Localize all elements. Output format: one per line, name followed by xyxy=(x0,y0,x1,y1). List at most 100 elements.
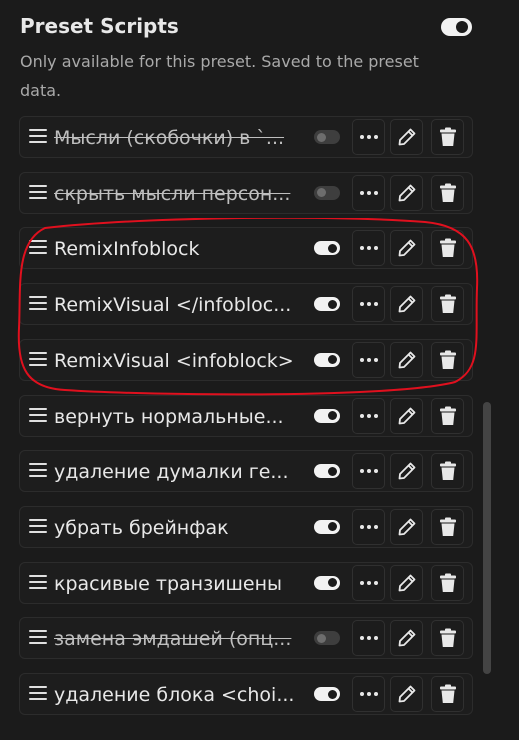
drag-handle-icon[interactable] xyxy=(29,182,47,202)
delete-button[interactable] xyxy=(431,564,464,601)
trash-icon xyxy=(439,127,456,146)
more-icon xyxy=(359,302,378,307)
more-icon xyxy=(359,692,378,696)
edit-button[interactable] xyxy=(390,453,423,490)
script-row[interactable]: убрать брейнфак xyxy=(19,505,473,548)
script-name: удаление думалки ге... xyxy=(54,461,289,484)
drag-handle-icon[interactable] xyxy=(29,460,47,480)
more-icon xyxy=(359,135,378,139)
script-row[interactable]: Мысли (скобочки) в `... xyxy=(19,116,473,158)
drag-handle-icon[interactable] xyxy=(29,237,47,257)
more-options-button[interactable] xyxy=(352,119,385,155)
delete-button[interactable] xyxy=(431,119,464,155)
edit-button[interactable] xyxy=(390,620,423,657)
more-icon xyxy=(359,246,378,251)
script-row[interactable]: скрыть мысли персон... xyxy=(19,171,473,214)
trash-icon xyxy=(439,406,456,425)
pencil-icon xyxy=(398,462,415,480)
script-row[interactable]: удаление блока <choi... xyxy=(19,673,473,715)
pencil-icon xyxy=(398,574,415,591)
section-subtitle: Only available for this preset. Saved to… xyxy=(20,52,419,100)
script-toggle[interactable] xyxy=(314,519,340,534)
delete-button[interactable] xyxy=(431,508,464,545)
delete-button[interactable] xyxy=(431,676,464,712)
more-options-button[interactable] xyxy=(352,174,385,211)
edit-button[interactable] xyxy=(390,174,423,211)
script-name: скрыть мысли персон... xyxy=(54,182,291,205)
scrollbar[interactable] xyxy=(483,402,491,674)
drag-handle-icon[interactable] xyxy=(29,683,47,703)
pencil-icon xyxy=(398,295,415,313)
more-options-button[interactable] xyxy=(352,564,385,601)
more-options-button[interactable] xyxy=(352,286,385,323)
script-toggle[interactable] xyxy=(314,408,340,423)
script-name: Мысли (скобочки) в `... xyxy=(54,127,285,149)
edit-button[interactable] xyxy=(390,230,423,267)
edit-button[interactable] xyxy=(390,397,423,434)
edit-button[interactable] xyxy=(390,119,423,155)
script-toggle[interactable] xyxy=(314,352,340,367)
more-icon xyxy=(359,636,378,641)
script-toggle[interactable] xyxy=(314,464,340,479)
edit-button[interactable] xyxy=(390,508,423,545)
script-toggle[interactable] xyxy=(314,297,340,312)
script-row[interactable]: замена эмдашей (опц... xyxy=(19,617,473,660)
delete-button[interactable] xyxy=(431,397,464,434)
script-name: удаление блока <choi... xyxy=(54,684,295,706)
more-options-button[interactable] xyxy=(352,676,385,712)
more-options-button[interactable] xyxy=(352,508,385,545)
script-toggle[interactable] xyxy=(314,575,340,590)
script-row[interactable]: RemixVisual </infobloc... xyxy=(19,283,473,326)
script-toggle[interactable] xyxy=(314,130,340,144)
script-name: замена эмдашей (опц... xyxy=(54,628,292,651)
edit-button[interactable] xyxy=(390,676,423,712)
drag-handle-icon[interactable] xyxy=(29,516,47,536)
pencil-icon xyxy=(398,184,415,202)
preset-scripts-panel: Preset Scripts Only available for this p… xyxy=(0,0,519,740)
drag-handle-icon[interactable] xyxy=(29,126,47,146)
edit-button[interactable] xyxy=(390,564,423,601)
pencil-icon xyxy=(398,407,415,424)
drag-handle-icon[interactable] xyxy=(29,572,47,592)
trash-icon xyxy=(439,684,456,703)
delete-button[interactable] xyxy=(431,341,464,378)
script-row[interactable]: RemixInfoblock xyxy=(19,227,473,270)
trash-icon xyxy=(439,183,456,202)
delete-button[interactable] xyxy=(431,286,464,323)
more-icon xyxy=(359,524,378,529)
trash-icon xyxy=(439,238,456,258)
pencil-icon xyxy=(398,128,415,146)
delete-button[interactable] xyxy=(431,453,464,490)
script-name: RemixVisual </infobloc... xyxy=(54,294,292,317)
more-options-button[interactable] xyxy=(352,341,385,378)
script-toggle[interactable] xyxy=(314,185,340,200)
preset-scripts-toggle[interactable] xyxy=(441,18,472,36)
drag-handle-icon[interactable] xyxy=(29,627,47,647)
more-icon xyxy=(359,413,378,418)
pencil-icon xyxy=(398,351,415,369)
more-icon xyxy=(359,357,378,362)
script-row[interactable]: вернуть нормальные... xyxy=(19,394,473,437)
delete-button[interactable] xyxy=(431,620,464,657)
drag-handle-icon[interactable] xyxy=(29,293,47,313)
more-options-button[interactable] xyxy=(352,453,385,490)
script-name: вернуть нормальные... xyxy=(54,405,284,428)
script-toggle[interactable] xyxy=(314,631,340,646)
script-row[interactable]: красивые транзишены xyxy=(19,561,473,604)
drag-handle-icon[interactable] xyxy=(29,405,47,425)
more-options-button[interactable] xyxy=(352,230,385,267)
edit-button[interactable] xyxy=(390,341,423,378)
script-toggle[interactable] xyxy=(314,687,340,701)
more-options-button[interactable] xyxy=(352,620,385,657)
script-row[interactable]: удаление думалки ге... xyxy=(19,450,473,493)
pencil-icon xyxy=(398,685,415,703)
trash-icon xyxy=(439,350,456,369)
drag-handle-icon[interactable] xyxy=(29,349,47,369)
more-options-button[interactable] xyxy=(352,397,385,434)
script-row[interactable]: RemixVisual <infoblock> xyxy=(19,338,473,381)
script-toggle[interactable] xyxy=(314,241,340,256)
delete-button[interactable] xyxy=(431,174,464,211)
delete-button[interactable] xyxy=(431,230,464,267)
edit-button[interactable] xyxy=(390,286,423,323)
trash-icon xyxy=(439,461,456,481)
